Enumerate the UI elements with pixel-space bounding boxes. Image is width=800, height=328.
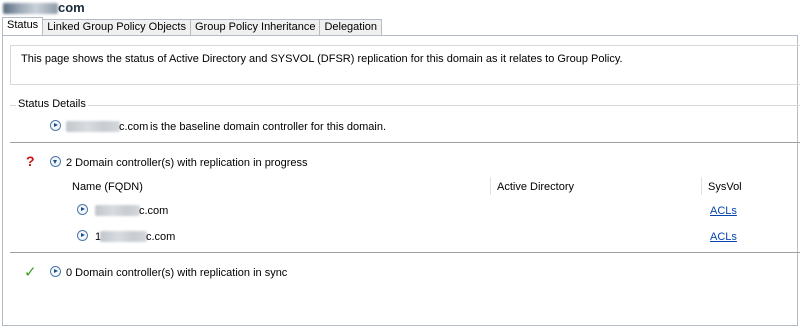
expand-row-icon[interactable] <box>77 230 88 241</box>
in-progress-text: 2 Domain controller(s) with replication … <box>66 157 308 169</box>
page-title: com <box>58 0 85 15</box>
redacted-dc-name <box>100 231 147 242</box>
tab-strip: Status Linked Group Policy Objects Group… <box>2 17 383 35</box>
baseline-text: is the baseline domain controller for th… <box>150 121 387 133</box>
title-bar: com <box>0 0 800 17</box>
sysvol-acls-link[interactable]: ACLs <box>710 205 737 217</box>
expand-row-icon[interactable] <box>77 204 88 215</box>
redacted-dc-name <box>95 205 140 216</box>
column-header-ad[interactable]: Active Directory <box>497 181 574 193</box>
tab-gp-inheritance[interactable]: Group Policy Inheritance <box>190 19 321 35</box>
description-text: This page shows the status of Active Dir… <box>21 53 623 65</box>
collapse-in-progress-icon[interactable] <box>50 156 61 167</box>
redacted-domain-name <box>3 3 58 14</box>
baseline-dc-suffix: c.com <box>119 121 149 133</box>
status-details-label: Status Details <box>16 98 88 110</box>
question-mark-icon: ? <box>26 153 35 169</box>
section-separator <box>10 142 800 143</box>
in-sync-text: 0 Domain controller(s) with replication … <box>66 267 288 279</box>
column-divider[interactable] <box>701 177 702 195</box>
sysvol-acls-link[interactable]: ACLs <box>710 231 737 243</box>
redacted-baseline-dc <box>66 121 120 132</box>
column-header-name[interactable]: Name (FQDN) <box>72 181 143 193</box>
tab-status[interactable]: Status <box>2 17 44 35</box>
tab-delegation[interactable]: Delegation <box>320 19 383 35</box>
expand-baseline-icon[interactable] <box>50 120 61 131</box>
tab-linked-gpos[interactable]: Linked Group Policy Objects <box>43 19 191 35</box>
status-details-divider <box>10 105 800 106</box>
dc-name-suffix: c.com <box>146 231 176 243</box>
section-separator <box>10 252 800 253</box>
column-header-sysvol[interactable]: SysVol <box>708 181 742 193</box>
checkmark-icon: ✓ <box>24 264 37 281</box>
description-box: This page shows the status of Active Dir… <box>10 45 800 85</box>
expand-in-sync-icon[interactable] <box>50 266 61 277</box>
column-divider[interactable] <box>490 177 491 195</box>
dc-name-suffix: c.com <box>139 205 169 217</box>
